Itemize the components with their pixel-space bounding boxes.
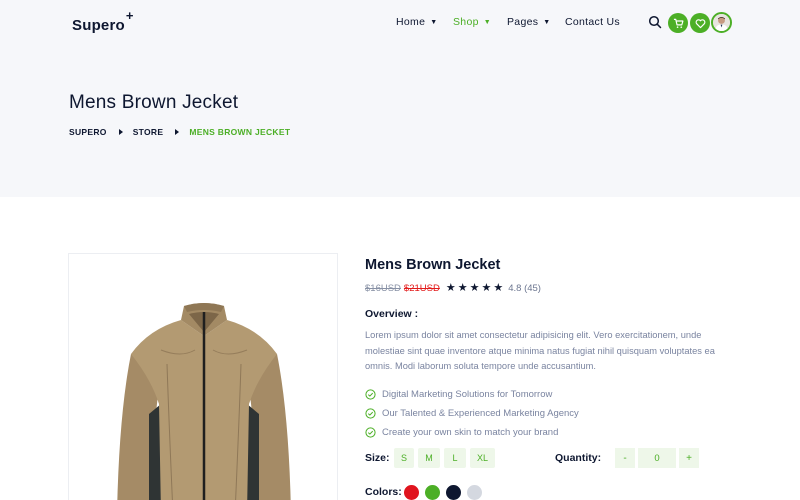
product-old-price: $21USD (403, 283, 440, 294)
wishlist-button[interactable] (690, 13, 710, 33)
chevron-down-icon: ▼ (483, 18, 491, 26)
overview-heading: Overview : (365, 308, 419, 320)
breadcrumb-item[interactable]: STORE (133, 127, 164, 137)
nav-shop[interactable]: Shop ▼ (453, 16, 493, 28)
size-selector: S M L XL (394, 448, 495, 468)
star-icon: ★ (457, 282, 468, 294)
color-swatch-gray[interactable] (467, 485, 482, 500)
quantity-decrease-button[interactable]: - (615, 448, 635, 468)
chevron-down-icon: ▼ (430, 18, 438, 26)
cart-button[interactable] (668, 13, 688, 33)
quantity-label: Quantity: (555, 452, 602, 464)
quantity-increase-button[interactable]: + (679, 448, 699, 468)
product-price: $16USD (365, 283, 401, 294)
star-icon: ★ (493, 282, 504, 294)
feature-item: Our Talented & Experienced Marketing Age… (365, 404, 579, 423)
size-option-xl[interactable]: XL (470, 448, 495, 468)
feature-item: Digital Marketing Solutions for Tomorrow (365, 385, 579, 404)
color-swatch-red[interactable] (404, 485, 419, 500)
nav-home[interactable]: Home ▼ (396, 16, 438, 28)
star-icon: ★ (445, 282, 456, 294)
user-avatar-image (713, 14, 730, 31)
size-option-l[interactable]: L (444, 448, 466, 468)
caret-right-icon (118, 129, 123, 135)
color-selector (404, 485, 482, 500)
check-circle-icon (365, 389, 376, 400)
size-option-m[interactable]: M (418, 448, 440, 468)
caret-right-icon (175, 129, 180, 135)
rating-stars: ★ ★ ★ ★ ★ (446, 283, 503, 294)
star-icon: ★ (481, 282, 492, 294)
price-row: $16USD $21USD ★ ★ ★ ★ ★ 4.8 (45) (365, 283, 541, 295)
colors-label: Colors: (365, 486, 402, 498)
quantity-input[interactable]: 0 (638, 448, 676, 468)
heart-icon (695, 18, 705, 28)
logo[interactable]: Supero+ (72, 8, 134, 34)
feature-item: Create your own skin to match your brand (365, 423, 579, 442)
breadcrumb: SUPERO STORE MENS BROWN JECKET (69, 127, 290, 137)
star-icon: ★ (469, 282, 480, 294)
color-swatch-navy[interactable] (446, 485, 461, 500)
product-title: Mens Brown Jecket (365, 257, 501, 273)
check-circle-icon (365, 408, 376, 419)
nav-pages[interactable]: Pages ▼ (507, 16, 552, 28)
breadcrumb-current: MENS BROWN JECKET (189, 127, 291, 137)
search-icon[interactable] (648, 15, 662, 29)
rating-value: 4.8 (45) (508, 283, 541, 294)
size-label: Size: (365, 452, 390, 464)
avatar[interactable] (711, 12, 732, 33)
overview-text: Lorem ipsum dolor sit amet consectetur a… (365, 330, 715, 371)
color-swatch-green[interactable] (425, 485, 440, 500)
cart-icon (673, 18, 683, 28)
page-title: Mens Brown Jecket (69, 92, 239, 113)
jacket-image (117, 303, 291, 500)
product-image[interactable] (68, 253, 338, 500)
page-header: Supero+ Home▼ Shop▼ Pages▼ Contact Us (0, 0, 800, 197)
feature-list: Digital Marketing Solutions for Tomorrow… (365, 385, 579, 442)
check-circle-icon (365, 427, 376, 438)
nav-contact[interactable]: Contact Us (565, 16, 625, 28)
size-option-s[interactable]: S (394, 448, 414, 468)
chevron-down-icon: ▼ (543, 18, 551, 26)
breadcrumb-item[interactable]: SUPERO (69, 127, 107, 137)
